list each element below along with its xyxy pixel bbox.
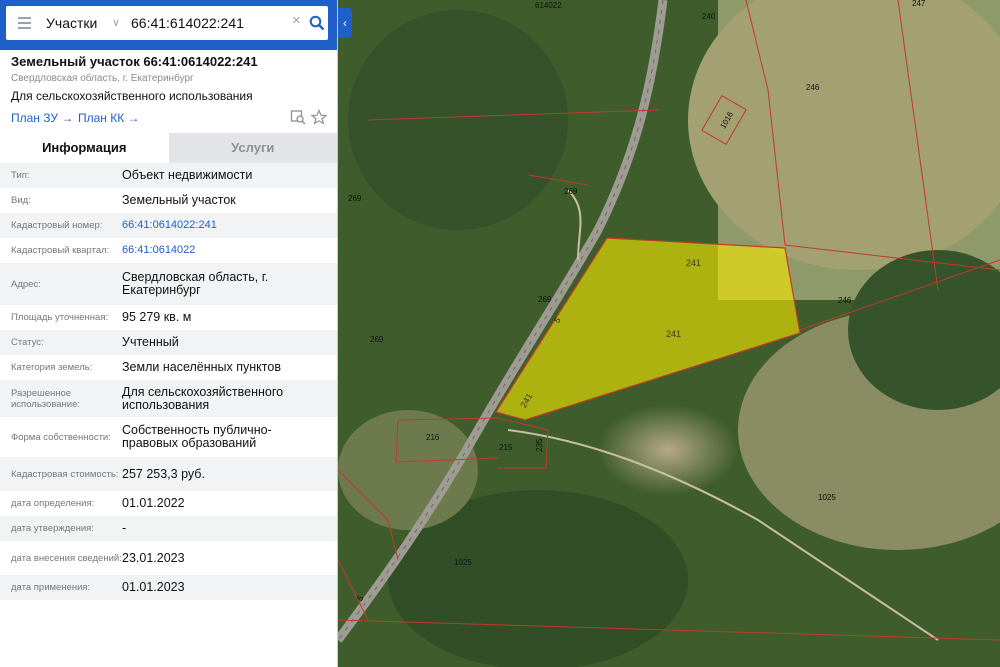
table-row: Категория земель: Земли населённых пункт…: [0, 355, 337, 380]
info-panel: Участки ∨ 66:41:614022:241 × Земельный у…: [0, 0, 338, 667]
row-value: 01.01.2023: [122, 580, 185, 594]
row-label: Разрешенное использование:: [11, 387, 81, 410]
tab-services[interactable]: Услуги: [168, 133, 337, 163]
table-row: Форма собственности: Собственность публи…: [0, 417, 337, 457]
row-value: Для сельскохозяйственного использования: [122, 384, 284, 412]
search-input[interactable]: 66:41:614022:241: [131, 15, 244, 31]
table-row: Кадастровый квартал: 66:41:0614022: [0, 238, 337, 263]
map-label-240: 240: [702, 12, 716, 21]
row-label: Статус:: [11, 337, 44, 348]
table-row: Разрешенное использование: Для сельскохо…: [0, 380, 337, 417]
map-label-269-c: 269: [538, 295, 552, 304]
cadastral-number-link[interactable]: 66:41:0614022:241: [122, 219, 217, 232]
clear-icon[interactable]: ×: [292, 12, 301, 29]
row-label: Кадастровая стоимость:: [11, 468, 119, 480]
star-icon[interactable]: [311, 109, 327, 125]
row-label: Форма собственности:: [11, 431, 111, 443]
object-usage: Для сельскохозяйственного использования: [11, 89, 253, 103]
row-value: 95 279 кв. м: [122, 310, 192, 324]
table-row: дата внесения сведений: 23.01.2023: [0, 541, 337, 575]
row-label: Кадастровый квартал:: [11, 245, 110, 256]
table-row: Тип: Объект недвижимости: [0, 163, 337, 188]
table-row: дата определения: 01.01.2022: [0, 491, 337, 516]
plan-kk-link[interactable]: План КК →: [78, 111, 140, 125]
layer-select[interactable]: Участки: [46, 15, 97, 31]
row-value: Земельный участок: [122, 193, 236, 207]
map-label-215: 215: [499, 443, 513, 452]
row-value: Собственность публично-правовых образова…: [122, 423, 272, 450]
map-label-269-b: 269: [348, 194, 362, 203]
row-value: -: [122, 521, 127, 535]
search-icon[interactable]: [309, 15, 325, 31]
chevron-left-icon: ‹: [343, 16, 347, 30]
collapse-panel-button[interactable]: ‹: [338, 8, 352, 38]
object-subtitle: Свердловская область, г. Екатеринбург: [11, 73, 194, 84]
map-label-246-b: 246: [838, 296, 852, 305]
map-label-235: 235: [535, 438, 544, 452]
row-label: Площадь уточненная:: [11, 312, 109, 323]
row-value: 23.01.2023: [122, 550, 185, 565]
row-label: Тип:: [11, 170, 30, 181]
table-row: дата применения: 01.01.2023: [0, 575, 337, 600]
row-label: дата определения:: [11, 498, 95, 509]
table-row: Статус: Учтенный: [0, 330, 337, 355]
object-title: Земельный участок 66:41:0614022:241: [11, 54, 258, 69]
table-row: Вид: Земельный участок: [0, 188, 337, 213]
table-row: дата утверждения: -: [0, 516, 337, 541]
cadastral-quarter-link[interactable]: 66:41:0614022: [122, 244, 195, 257]
top-bar: Участки ∨ 66:41:614022:241 ×: [0, 0, 337, 50]
menu-icon[interactable]: [18, 17, 31, 29]
map-label-241-b: 241: [666, 329, 681, 339]
properties-table: Тип: Объект недвижимости Вид: Земельный …: [0, 163, 337, 600]
map-label-216: 216: [426, 433, 440, 442]
map-canvas[interactable]: 614022 240 247 246 1016 269 269 269 269 …: [338, 0, 1000, 667]
table-row: Кадастровый номер: 66:41:0614022:241: [0, 213, 337, 238]
row-value: 257 253,3 руб.: [122, 466, 205, 481]
row-value: 01.01.2022: [122, 496, 185, 510]
map-label-241-a: 241: [686, 258, 701, 268]
row-value: Учтенный: [122, 335, 179, 349]
plan-zu-link[interactable]: План ЗУ →: [11, 111, 73, 125]
map-label-246: 246: [806, 83, 820, 92]
map-view[interactable]: 614022 240 247 246 1016 269 269 269 269 …: [338, 0, 1000, 667]
row-value: Объект недвижимости: [122, 168, 253, 182]
row-label: Адрес:: [11, 278, 41, 290]
search-box[interactable]: Участки ∨ 66:41:614022:241 ×: [6, 6, 328, 40]
table-row: Кадастровая стоимость: 257 253,3 руб.: [0, 457, 337, 491]
map-label-269-a: 269: [564, 187, 578, 196]
sand-area: [598, 405, 738, 495]
row-label: дата утверждения:: [11, 523, 94, 534]
map-search-icon[interactable]: [290, 109, 306, 125]
map-label-269-d: 269: [370, 335, 384, 344]
row-label: Вид:: [11, 195, 31, 206]
table-row: Площадь уточненная: 95 279 кв. м: [0, 305, 337, 330]
row-label: дата внесения сведений:: [11, 552, 122, 564]
map-label-1025-b: 1025: [454, 558, 472, 567]
tab-information[interactable]: Информация: [0, 133, 169, 163]
object-header: Земельный участок 66:41:0614022:241 Свер…: [0, 54, 337, 129]
plan-links: План ЗУ → План КК →: [11, 107, 327, 129]
map-label-614022: 614022: [535, 1, 562, 10]
chevron-down-icon[interactable]: ∨: [112, 16, 120, 29]
map-label-1025-a: 1025: [818, 493, 836, 502]
map-label-247: 247: [912, 0, 926, 8]
row-label: Категория земель:: [11, 362, 93, 373]
row-label: дата применения:: [11, 582, 91, 593]
row-label: Кадастровый номер:: [11, 220, 103, 231]
table-row: Адрес: Свердловская область, г. Екатерин…: [0, 263, 337, 305]
row-value: Свердловская область, г. Екатеринбург: [122, 270, 269, 297]
tab-bar: Информация Услуги: [0, 133, 337, 163]
row-value: Земли населённых пунктов: [122, 360, 281, 374]
